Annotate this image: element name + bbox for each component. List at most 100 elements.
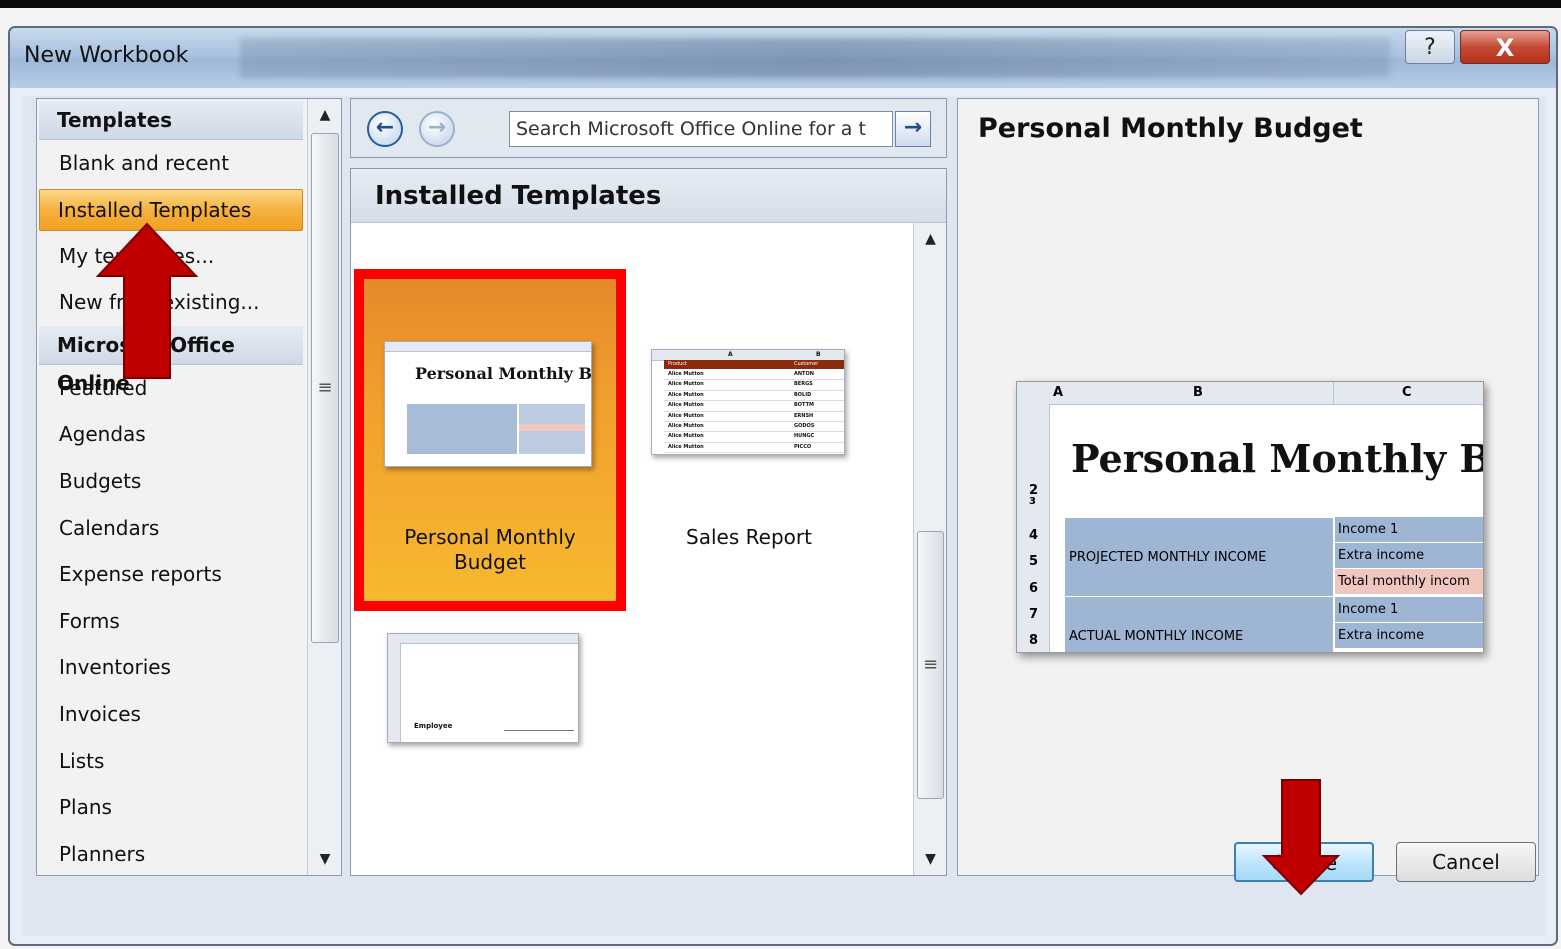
title-bar: New Workbook ? X (10, 28, 1556, 88)
extra-income-actual-cell: Extra income (1335, 623, 1483, 648)
budget-thumbnail: Personal Monthly Bu (384, 341, 592, 467)
row-2: 2 (1029, 483, 1039, 498)
category-inventories[interactable]: Inventories (39, 644, 303, 691)
timesheet-header (388, 634, 578, 644)
sales-thumb-row: Alice Mutton BOLID (664, 391, 844, 402)
top-border (0, 0, 1561, 8)
category-list: Templates Blank and recent Installed Tem… (39, 101, 303, 875)
sales-row-product: Alice Mutton (668, 433, 704, 440)
help-button[interactable]: ? (1405, 30, 1455, 64)
category-blank-and-recent[interactable]: Blank and recent (39, 140, 303, 187)
template-name-line2: Budget (454, 550, 526, 574)
timesheet-employee-label: Employee (414, 722, 453, 730)
scroll-up-icon[interactable]: ▲ (914, 225, 946, 253)
grip-icon: ≡ (922, 654, 939, 675)
category-agendas[interactable]: Agendas (39, 411, 303, 458)
red-up-arrow-icon (96, 222, 198, 379)
column-c-header: C (1402, 385, 1412, 400)
sales-row-customer: PICCO (794, 443, 812, 450)
sales-thumb-row: Alice Mutton HUNGC (664, 432, 844, 443)
scroll-down-icon[interactable]: ▼ (914, 845, 946, 873)
category-forms[interactable]: Forms (39, 598, 303, 645)
sales-report-thumbnail: A B Product Customer Alice Mutton ANTON Al… (651, 349, 845, 455)
thumb-title: Personal Monthly Bu (415, 364, 592, 383)
template-personal-monthly-budget[interactable]: Personal Monthly Bu Personal Monthly Bud… (354, 269, 626, 611)
projected-income-label: PROJECTED MONTHLY INCOME (1069, 550, 1267, 565)
dialog-title: New Workbook (24, 43, 189, 68)
sales-row-customer: BOTTM (794, 402, 814, 409)
preview-sheet: A B C 2 3 4 5 6 7 8 Personal Monthly Bud… (1016, 381, 1484, 653)
sales-row-product: Alice Mutton (668, 381, 704, 388)
timesheet-thumbnail: Employee (387, 633, 579, 743)
sales-col-a: A (728, 351, 733, 358)
sales-row-customer: BERGS (794, 381, 813, 388)
thumb-income-block (407, 404, 517, 454)
scrollbar-thumb[interactable]: ≡ (917, 531, 944, 799)
row-4: 4 (1029, 528, 1039, 543)
blurred-ribbon-background (240, 38, 1390, 78)
installed-templates-heading: Installed Templates (351, 169, 946, 223)
sales-row-customer: BOLID (794, 391, 812, 398)
sales-thumb-row: Alice Mutton GODOS (664, 422, 844, 433)
preview-title: Personal Monthly Budget (978, 113, 1363, 144)
close-button[interactable]: X (1460, 30, 1550, 64)
row-8: 8 (1029, 633, 1039, 648)
column-b-header: B (1193, 385, 1203, 400)
search-input[interactable]: Search Microsoft Office Online for a t (509, 111, 893, 147)
income-1-cell: Income 1 (1335, 517, 1483, 542)
sheet-column-headers (1017, 382, 1483, 405)
thumb-header-row (385, 342, 591, 352)
go-arrow-icon[interactable]: → (895, 111, 931, 147)
sales-thumb-row: Alice Mutton ANTON (664, 370, 844, 381)
category-calendars[interactable]: Calendars (39, 505, 303, 552)
thumb-total-row (519, 424, 585, 431)
category-budgets[interactable]: Budgets (39, 458, 303, 505)
sales-col-b: B (816, 351, 821, 358)
sales-row-product: Alice Mutton (668, 412, 704, 419)
scrollbar-thumb[interactable]: ≡ (311, 133, 339, 643)
sales-row-product: Alice Mutton (668, 443, 704, 450)
category-scrollbar[interactable]: ▲ ≡ ▼ (307, 99, 341, 875)
column-a-header: A (1053, 385, 1064, 400)
category-lists[interactable]: Lists (39, 738, 303, 785)
templates-scrollbar[interactable]: ▲ ≡ ▼ (913, 223, 946, 875)
sales-row-customer: ERNSH (794, 412, 814, 419)
sales-thumb-row: Alice Mutton ERNSH (664, 412, 844, 422)
sales-thumb-row: Alice Mutton PICCO (664, 443, 844, 454)
sales-row-customer: GODOS (794, 422, 815, 429)
back-arrow-icon[interactable]: ← (367, 111, 403, 147)
sales-thumb-title-row: Product Customer (664, 360, 844, 369)
sales-row-product: Alice Mutton (668, 371, 704, 377)
category-plans[interactable]: Plans (39, 784, 303, 831)
section-header-templates: Templates (39, 101, 303, 140)
row-7: 7 (1029, 607, 1039, 622)
row-6: 6 (1029, 581, 1039, 596)
sales-thumb-rows: Alice Mutton ANTON Alice Mutton BERGS Alice … (664, 370, 844, 454)
sales-thumb-row: Alice Mutton (664, 453, 844, 454)
cancel-button[interactable]: Cancel (1396, 842, 1536, 882)
sales-row-product: Alice Mutton (668, 422, 704, 429)
sales-head-b: Customer (794, 361, 819, 367)
template-sales-report[interactable]: A B Product Customer Alice Mutton ANTON Al… (631, 279, 867, 601)
category-planners[interactable]: Planners (39, 831, 303, 875)
sales-row-product: Alice Mutton (668, 391, 704, 398)
col-divider (1333, 382, 1334, 404)
preview-panel: Personal Monthly Budget A B C 2 3 4 5 6 … (957, 98, 1539, 876)
sheet-heading: Personal Monthly Bud (1071, 436, 1483, 481)
extra-income-cell: Extra income (1335, 543, 1483, 568)
row-5: 5 (1029, 554, 1039, 569)
template-untitled[interactable]: Employee (364, 617, 616, 787)
category-expense-reports[interactable]: Expense reports (39, 551, 303, 598)
scroll-down-icon[interactable]: ▼ (308, 845, 341, 873)
timesheet-row-header (388, 643, 401, 742)
forward-arrow-icon[interactable]: → (419, 111, 455, 147)
timesheet-line (504, 730, 574, 731)
grip-icon: ≡ (317, 377, 333, 398)
sales-thumb-row: Alice Mutton BOTTM (664, 401, 844, 412)
sales-row-customer: HUNGC (794, 433, 815, 440)
income-1-actual-cell: Income 1 (1335, 597, 1483, 622)
sales-row-customer: ANTON (794, 371, 814, 377)
red-down-arrow-icon (1262, 779, 1340, 896)
category-invoices[interactable]: Invoices (39, 691, 303, 738)
scroll-up-icon[interactable]: ▲ (308, 101, 341, 129)
